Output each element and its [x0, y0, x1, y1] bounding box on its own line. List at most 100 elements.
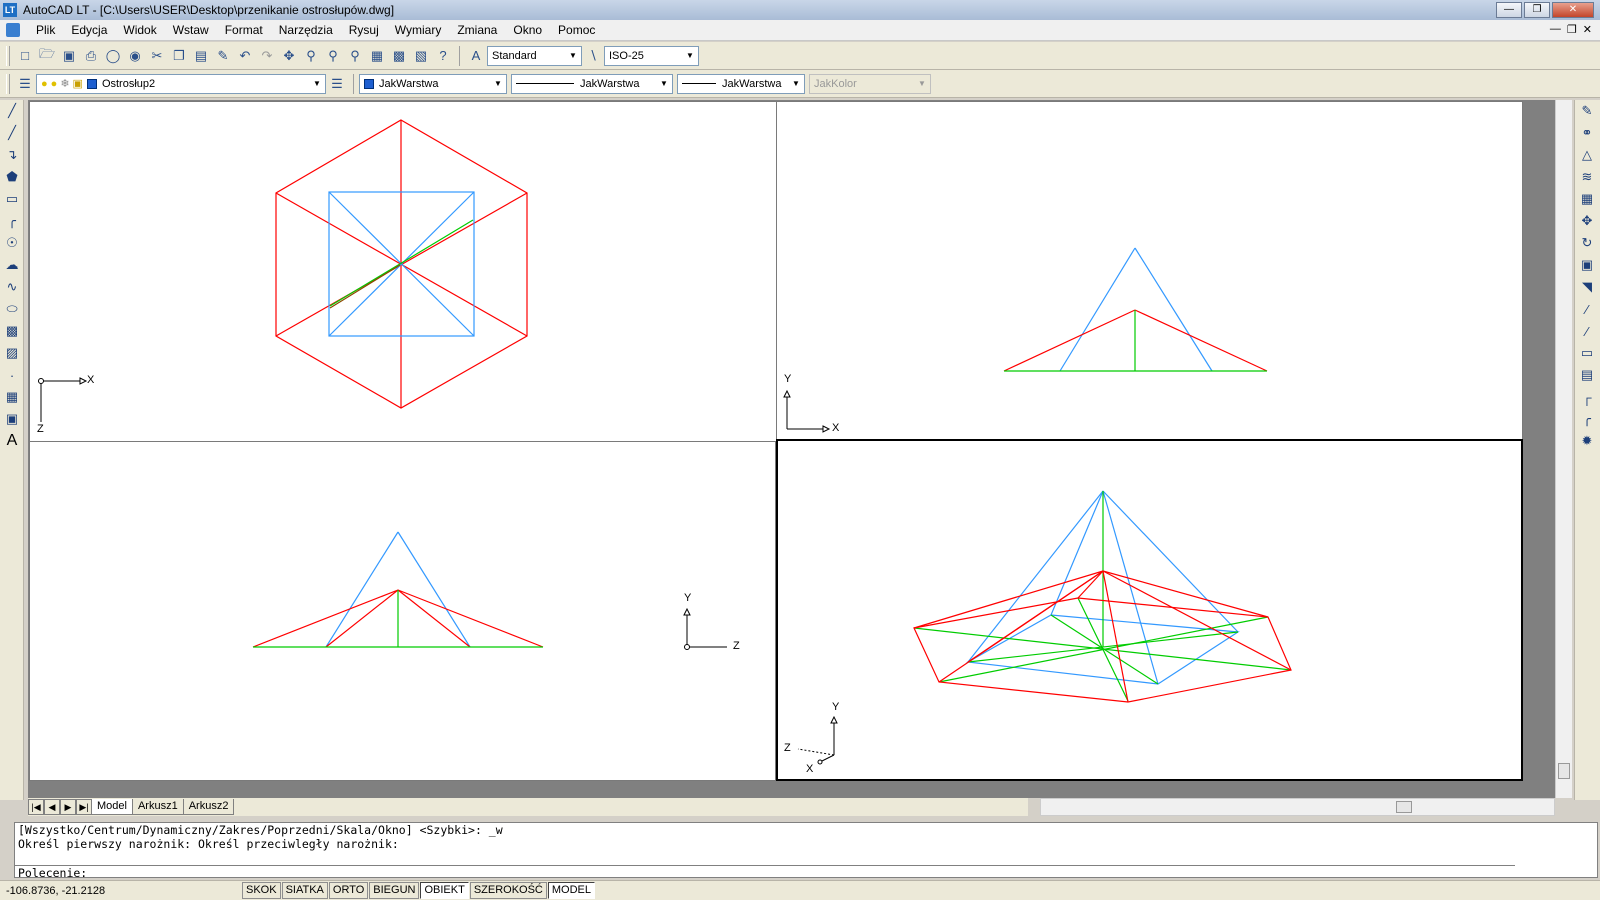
menu-okno[interactable]: Okno	[505, 23, 550, 37]
point-icon[interactable]: ·	[1, 364, 23, 386]
zoom-window-icon[interactable]: ⚲	[322, 45, 344, 67]
print-preview-icon[interactable]: ◯	[102, 45, 124, 67]
menu-zmiana[interactable]: Zmiana	[449, 23, 505, 37]
properties-icon[interactable]: ▦	[366, 45, 388, 67]
tab-arkusz1[interactable]: Arkusz1	[131, 799, 184, 815]
break-icon[interactable]: ▭	[1576, 342, 1598, 364]
menu-wstaw[interactable]: Wstaw	[165, 23, 217, 37]
doc-restore-button[interactable]: ❐	[1567, 23, 1577, 36]
drawing-area[interactable]: X Z X Y Z Y Y Z X	[28, 100, 1555, 798]
dim-style-select[interactable]: ISO-25 ▼	[604, 45, 699, 66]
toolbar-grip[interactable]	[6, 45, 10, 66]
model-toggle[interactable]: MODEL	[547, 882, 596, 899]
scrollbar-thumb[interactable]	[1396, 801, 1412, 813]
menu-pomoc[interactable]: Pomoc	[550, 23, 603, 37]
last-tab-button[interactable]: ▶|	[76, 799, 92, 815]
match-properties-icon[interactable]: ✎	[212, 45, 234, 67]
zoom-previous-icon[interactable]: ⚲	[344, 45, 366, 67]
command-prompt[interactable]: Polecenie:	[15, 865, 1515, 880]
document-icon[interactable]	[6, 23, 20, 37]
design-center-icon[interactable]: ▩	[388, 45, 410, 67]
chamfer-icon[interactable]: ┌	[1576, 386, 1598, 408]
text-style-icon[interactable]: A	[465, 45, 487, 67]
polar-toggle[interactable]: BIEGUN	[369, 882, 420, 899]
tab-model[interactable]: Model	[91, 799, 133, 815]
scale-icon[interactable]: ▣	[1576, 254, 1598, 276]
snap-toggle[interactable]: SKOK	[242, 882, 281, 899]
spline-icon[interactable]: ∿	[1, 276, 23, 298]
insert-block-icon[interactable]: ▩	[1, 320, 23, 342]
toolbar-grip[interactable]	[6, 73, 10, 94]
osnap-toggle[interactable]: OBIEKT	[420, 882, 469, 899]
next-tab-button[interactable]: ▶	[60, 799, 76, 815]
dim-style-icon[interactable]: ∖	[582, 45, 604, 67]
help-icon[interactable]: ?	[432, 45, 454, 67]
menu-widok[interactable]: Widok	[115, 23, 164, 37]
trim-icon[interactable]: ∕	[1576, 298, 1598, 320]
join-icon[interactable]: ▤	[1576, 364, 1598, 386]
viewport-top-left[interactable]: X Z	[29, 101, 791, 446]
menu-narzedzia[interactable]: Narzędzia	[271, 23, 341, 37]
rotate-icon[interactable]: ↻	[1576, 232, 1598, 254]
chevron-down-icon[interactable]: ▼	[682, 47, 698, 65]
lineweight-toggle[interactable]: SZEROKOŚĆ	[469, 882, 547, 899]
cut-icon[interactable]: ✂	[146, 45, 168, 67]
rectangle-icon[interactable]: ▭	[1, 188, 23, 210]
zoom-realtime-icon[interactable]: ⚲	[300, 45, 322, 67]
layer-select[interactable]: ● ● ❄ ▣ Ostrosłup2 ▼	[36, 73, 326, 94]
stretch-icon[interactable]: ◥	[1576, 276, 1598, 298]
polygon-icon[interactable]: ⬟	[1, 166, 23, 188]
fillet-icon[interactable]: ╭	[1576, 408, 1598, 430]
ellipse-icon[interactable]: ⬭	[1, 298, 23, 320]
vertical-scrollbar[interactable]	[1555, 100, 1572, 798]
viewport-top-right[interactable]: X Y	[776, 101, 1523, 446]
offset-icon[interactable]: ≋	[1576, 166, 1598, 188]
redo-icon[interactable]: ↷	[256, 45, 278, 67]
paste-icon[interactable]: ▤	[190, 45, 212, 67]
arc-icon[interactable]: ╭	[1, 210, 23, 232]
array-icon[interactable]: ▦	[1576, 188, 1598, 210]
tab-arkusz2[interactable]: Arkusz2	[182, 799, 235, 815]
prev-tab-button[interactable]: ◀	[44, 799, 60, 815]
maximize-button[interactable]: ❐	[1524, 2, 1550, 18]
open-file-icon[interactable]: 🗁	[36, 45, 58, 67]
make-block-icon[interactable]: ▨	[1, 342, 23, 364]
menu-edycja[interactable]: Edycja	[63, 23, 115, 37]
grid-toggle[interactable]: SIATKA	[281, 882, 328, 899]
tool-palettes-icon[interactable]: ▧	[410, 45, 432, 67]
viewport-bottom-left[interactable]: Z Y	[29, 441, 776, 781]
layer-manager-icon[interactable]: ☰	[14, 73, 36, 95]
mtext-icon[interactable]: A	[1, 430, 23, 452]
doc-close-button[interactable]: ✕	[1583, 23, 1592, 36]
chevron-down-icon[interactable]: ▼	[490, 75, 506, 93]
color-select[interactable]: JakWarstwa ▼	[359, 73, 507, 94]
undo-icon[interactable]: ↶	[234, 45, 256, 67]
close-button[interactable]: ✕	[1552, 2, 1594, 18]
chevron-down-icon[interactable]: ▼	[656, 75, 672, 93]
linetype-select[interactable]: JakWarstwa ▼	[511, 73, 673, 94]
menu-wymiary[interactable]: Wymiary	[387, 23, 450, 37]
publish-icon[interactable]: ◉	[124, 45, 146, 67]
ortho-toggle[interactable]: ORTO	[328, 882, 369, 899]
new-file-icon[interactable]: □	[14, 45, 36, 67]
erase-icon[interactable]: ✎	[1576, 100, 1598, 122]
pan-icon[interactable]: ✥	[278, 45, 300, 67]
menu-format[interactable]: Format	[217, 23, 271, 37]
doc-minimize-button[interactable]: —	[1550, 23, 1561, 36]
extend-icon[interactable]: ∕	[1576, 320, 1598, 342]
scrollbar-thumb[interactable]	[1558, 763, 1570, 779]
copy-object-icon[interactable]: ⚭	[1576, 122, 1598, 144]
chevron-down-icon[interactable]: ▼	[309, 75, 325, 93]
copy-icon[interactable]: ❐	[168, 45, 190, 67]
circle-icon[interactable]: ☉	[1, 232, 23, 254]
explode-icon[interactable]: ✹	[1576, 430, 1598, 452]
print-icon[interactable]: ⎙	[80, 45, 102, 67]
autocad-app-icon[interactable]: LT	[3, 3, 17, 17]
move-icon[interactable]: ✥	[1576, 210, 1598, 232]
save-icon[interactable]: ▣	[58, 45, 80, 67]
lineweight-select[interactable]: JakWarstwa ▼	[677, 73, 805, 94]
xline-icon[interactable]: ╱	[1, 122, 23, 144]
chevron-down-icon[interactable]: ▼	[788, 75, 804, 93]
viewport-bottom-right[interactable]: Y Z X	[776, 439, 1523, 781]
revcloud-icon[interactable]: ☁	[1, 254, 23, 276]
